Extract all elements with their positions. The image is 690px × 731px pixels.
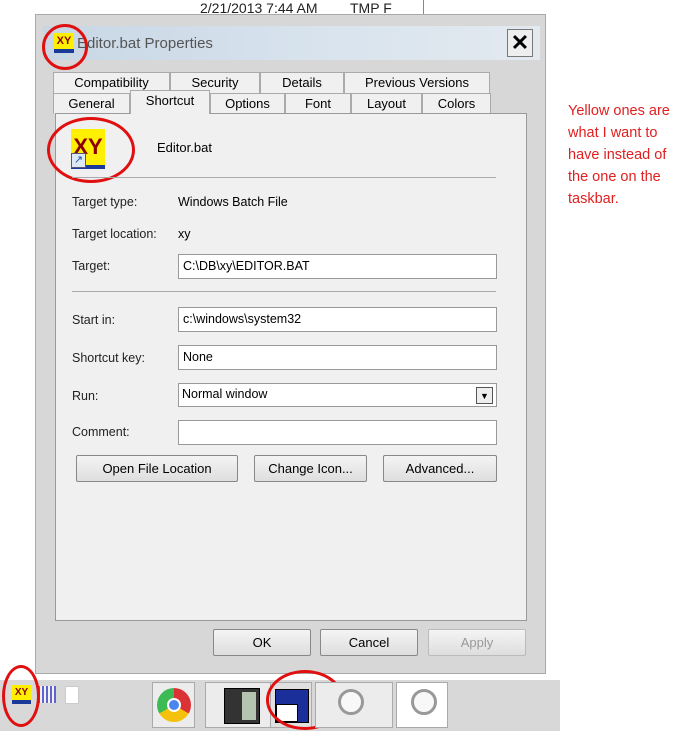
tab-colors[interactable]: Colors [422,93,491,114]
divider [72,177,496,178]
annotation-circle [2,665,40,727]
tab-layout[interactable]: Layout [351,93,422,114]
magnifier-icon [411,689,437,715]
document-icon[interactable] [65,686,79,704]
cancel-button[interactable]: Cancel [320,629,418,656]
run-label: Run: [72,389,99,403]
chevron-down-icon[interactable]: ▼ [476,387,493,404]
tab-options[interactable]: Options [210,93,285,114]
comment-input[interactable] [178,420,497,445]
grid-icon[interactable] [38,686,56,703]
tab-previous-versions[interactable]: Previous Versions [344,72,490,93]
file-name: Editor.bat [157,140,212,155]
taskbar-magnifier[interactable] [396,682,448,728]
target-location-label: Target location: [72,227,157,241]
annotation-circle [47,117,135,183]
magnifier-icon [338,689,364,715]
open-file-location-button[interactable]: Open File Location [76,455,238,482]
target-location-value: xy [178,227,191,241]
apply-button[interactable]: Apply [428,629,526,656]
tab-font[interactable]: Font [285,93,351,114]
start-in-input[interactable]: c:\windows\system32 [178,307,497,332]
divider [72,291,496,292]
start-in-label: Start in: [72,313,116,327]
shortcut-key-input[interactable]: None [178,345,497,370]
target-type-label: Target type: [72,195,138,209]
tab-shortcut[interactable]: Shortcut [130,90,210,114]
advanced-button[interactable]: Advanced... [383,455,497,482]
close-button[interactable]: ✕ [507,29,533,57]
comment-label: Comment: [72,425,130,439]
run-value: Normal window [182,387,268,401]
annotation-circle [42,24,88,70]
target-input[interactable]: C:\DB\xy\EDITOR.BAT [178,254,497,279]
shortcut-key-label: Shortcut key: [72,351,145,365]
taskbar-chrome[interactable] [152,682,195,728]
target-type-value: Windows Batch File [178,195,288,209]
tab-general[interactable]: General [53,93,130,114]
divider [423,0,424,14]
ok-button[interactable]: OK [213,629,311,656]
annotation-note: Yellow ones are what I want to have inst… [568,103,670,207]
change-icon-button[interactable]: Change Icon... [254,455,367,482]
taskbar-magnifier[interactable] [315,682,393,728]
calculator-icon [224,688,260,724]
chrome-icon [156,688,191,722]
run-select[interactable]: Normal window ▼ [178,383,497,407]
window-title: Editor.bat Properties [77,35,213,52]
tab-details[interactable]: Details [260,72,344,93]
target-label: Target: [72,259,111,273]
